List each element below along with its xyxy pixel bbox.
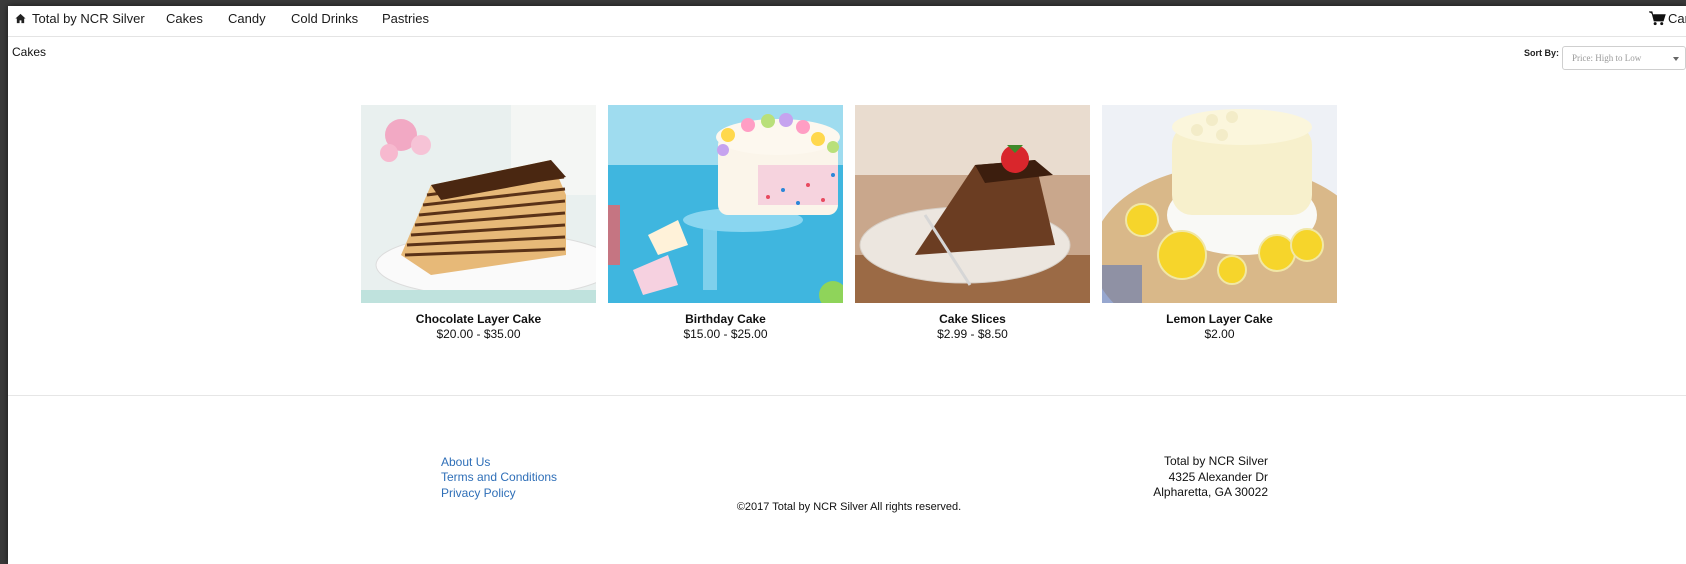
- product-image-birthday-cake: [608, 105, 843, 303]
- home-icon: [15, 13, 26, 24]
- footer-link-about-us[interactable]: About Us: [441, 455, 490, 470]
- browser-window: Total by NCR Silver Cakes Candy Cold Dri…: [8, 6, 1686, 564]
- nav-home-link[interactable]: Total by NCR Silver: [15, 11, 145, 27]
- footer-divider: [8, 395, 1686, 396]
- shopping-cart-icon: [1649, 11, 1666, 26]
- chevron-down-icon: [1673, 57, 1679, 61]
- product-name: Chocolate Layer Cake: [415, 312, 542, 326]
- brand-label: Total by NCR Silver: [32, 11, 145, 26]
- nav-link-pastries[interactable]: Pastries: [382, 11, 429, 27]
- nav-link-cakes[interactable]: Cakes: [166, 11, 203, 27]
- copyright-text: ©2017 Total by NCR Silver All rights res…: [736, 501, 962, 513]
- product-card-lemon-layer-cake[interactable]: Lemon Layer Cake $2.00: [1102, 105, 1337, 342]
- nav-link-candy[interactable]: Candy: [228, 11, 266, 27]
- product-price: $15.00 - $25.00: [683, 327, 768, 341]
- product-image-cake-slices: [855, 105, 1090, 303]
- address-line-name: Total by NCR Silver: [1163, 454, 1268, 468]
- footer-link-terms[interactable]: Terms and Conditions: [441, 470, 557, 485]
- cart-label: Car: [1668, 11, 1686, 26]
- product-image-lemon-layer-cake: [1102, 105, 1337, 303]
- product-card-chocolate-layer-cake[interactable]: Chocolate Layer Cake $20.00 - $35.00: [361, 105, 596, 342]
- footer-link-privacy[interactable]: Privacy Policy: [441, 486, 516, 501]
- store-address: Total by NCR Silver 4325 Alexander Dr Al…: [1088, 454, 1268, 501]
- page-title: Cakes: [12, 45, 47, 59]
- product-price: $20.00 - $35.00: [436, 327, 521, 341]
- product-price: $2.99 - $8.50: [937, 327, 1008, 341]
- product-card-cake-slices[interactable]: Cake Slices $2.99 - $8.50: [855, 105, 1090, 342]
- top-navbar: Total by NCR Silver Cakes Candy Cold Dri…: [8, 6, 1686, 37]
- product-price: $2.00: [1204, 327, 1235, 341]
- product-name: Lemon Layer Cake: [1166, 312, 1273, 326]
- product-image-chocolate-layer-cake: [361, 105, 596, 303]
- product-card-birthday-cake[interactable]: Birthday Cake $15.00 - $25.00: [608, 105, 843, 342]
- cart-link[interactable]: Car: [1649, 11, 1686, 27]
- sort-by-label: Sort By:: [1524, 48, 1560, 58]
- nav-link-cold-drinks[interactable]: Cold Drinks: [291, 11, 358, 27]
- sort-select[interactable]: Price: High to Low: [1562, 46, 1686, 70]
- address-line-street: 4325 Alexander Dr: [1168, 469, 1268, 484]
- product-name: Cake Slices: [939, 312, 1006, 326]
- address-line-city: Alpharetta, GA 30022: [1153, 485, 1268, 499]
- product-name: Birthday Cake: [685, 312, 766, 326]
- sort-select-value: Price: High to Low: [1572, 53, 1642, 63]
